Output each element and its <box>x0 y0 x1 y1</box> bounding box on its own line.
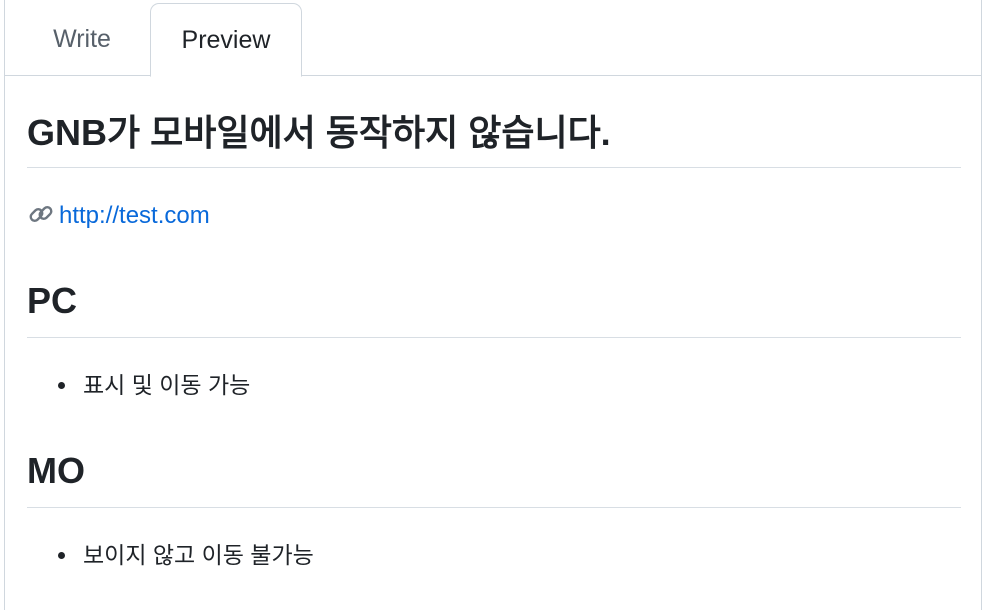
list-item: 표시 및 이동 가능 <box>27 369 250 401</box>
markdown-editor: Write Preview GNB가 모바일에서 동작하지 않습니다. http… <box>4 0 982 610</box>
section-heading-pc: PC <box>27 278 961 338</box>
tab-write[interactable]: Write <box>25 3 139 75</box>
list-item-text: 표시 및 이동 가능 <box>83 372 251 398</box>
link-paragraph: http://test.com <box>27 200 210 232</box>
link-icon <box>27 200 55 228</box>
tab-preview[interactable]: Preview <box>150 3 302 77</box>
bullet-icon <box>58 552 65 559</box>
external-link[interactable]: http://test.com <box>59 202 210 229</box>
list-item: 보이지 않고 이동 불가능 <box>27 539 314 571</box>
pc-list: 표시 및 이동 가능 <box>27 369 250 401</box>
issue-title-heading: GNB가 모바일에서 동작하지 않습니다. <box>27 110 961 168</box>
section-heading-mo: MO <box>27 448 961 508</box>
list-item-text: 보이지 않고 이동 불가능 <box>83 542 314 568</box>
bullet-icon <box>58 382 65 389</box>
mo-list: 보이지 않고 이동 불가능 <box>27 539 314 571</box>
editor-tab-bar: Write Preview <box>5 0 981 77</box>
